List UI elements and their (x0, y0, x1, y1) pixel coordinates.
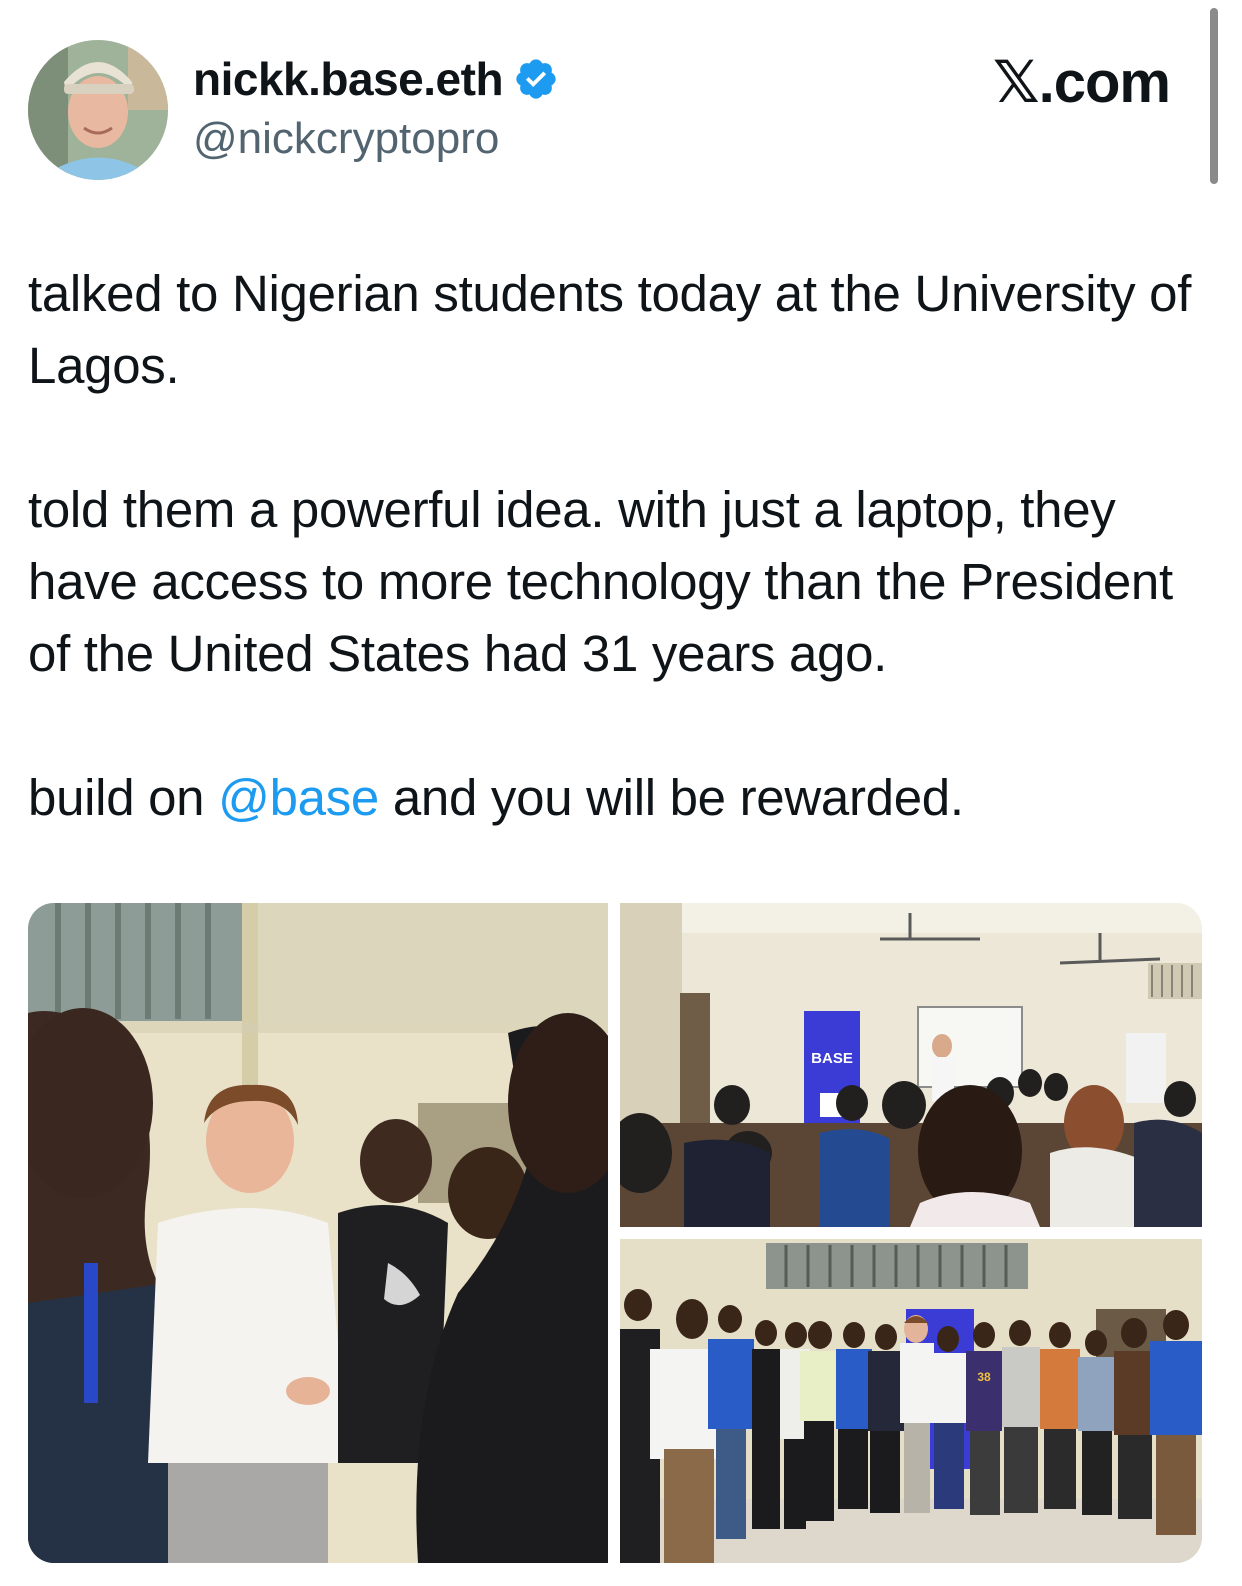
tweet-paragraph: build on @base and you will be rewarded. (28, 762, 1218, 834)
photo-group-picture[interactable]: 38 (620, 1239, 1202, 1563)
photo-classroom-talk[interactable]: BASE (620, 903, 1202, 1227)
tweet-paragraph: talked to Nigerian students today at the… (28, 265, 1192, 394)
verified-badge-icon (516, 59, 556, 99)
tweet-text: talked to Nigerian students today at the… (28, 258, 1218, 834)
tweet-paragraph: told them a powerful idea. with just a l… (28, 481, 1173, 682)
tweet-text-segment: build on (28, 769, 219, 826)
author-avatar[interactable] (28, 40, 168, 180)
display-name-text: nickk.base.eth (193, 53, 504, 105)
scrollbar-thumb[interactable] (1210, 8, 1218, 184)
author-handle[interactable]: @nickcryptopro (193, 114, 499, 164)
media-grid: BASE 38 (28, 903, 1202, 1563)
x-brand-label: 𝕏.com (992, 50, 1171, 115)
tweet-text-segment: and you will be rewarded. (379, 769, 964, 826)
mention-link[interactable]: @base (218, 769, 379, 826)
photo-students-conversation[interactable] (28, 903, 608, 1563)
author-display-name[interactable]: nickk.base.eth (193, 52, 559, 106)
banner-label: BASE (811, 1050, 853, 1067)
shirt-number-label: 38 (977, 1370, 991, 1384)
